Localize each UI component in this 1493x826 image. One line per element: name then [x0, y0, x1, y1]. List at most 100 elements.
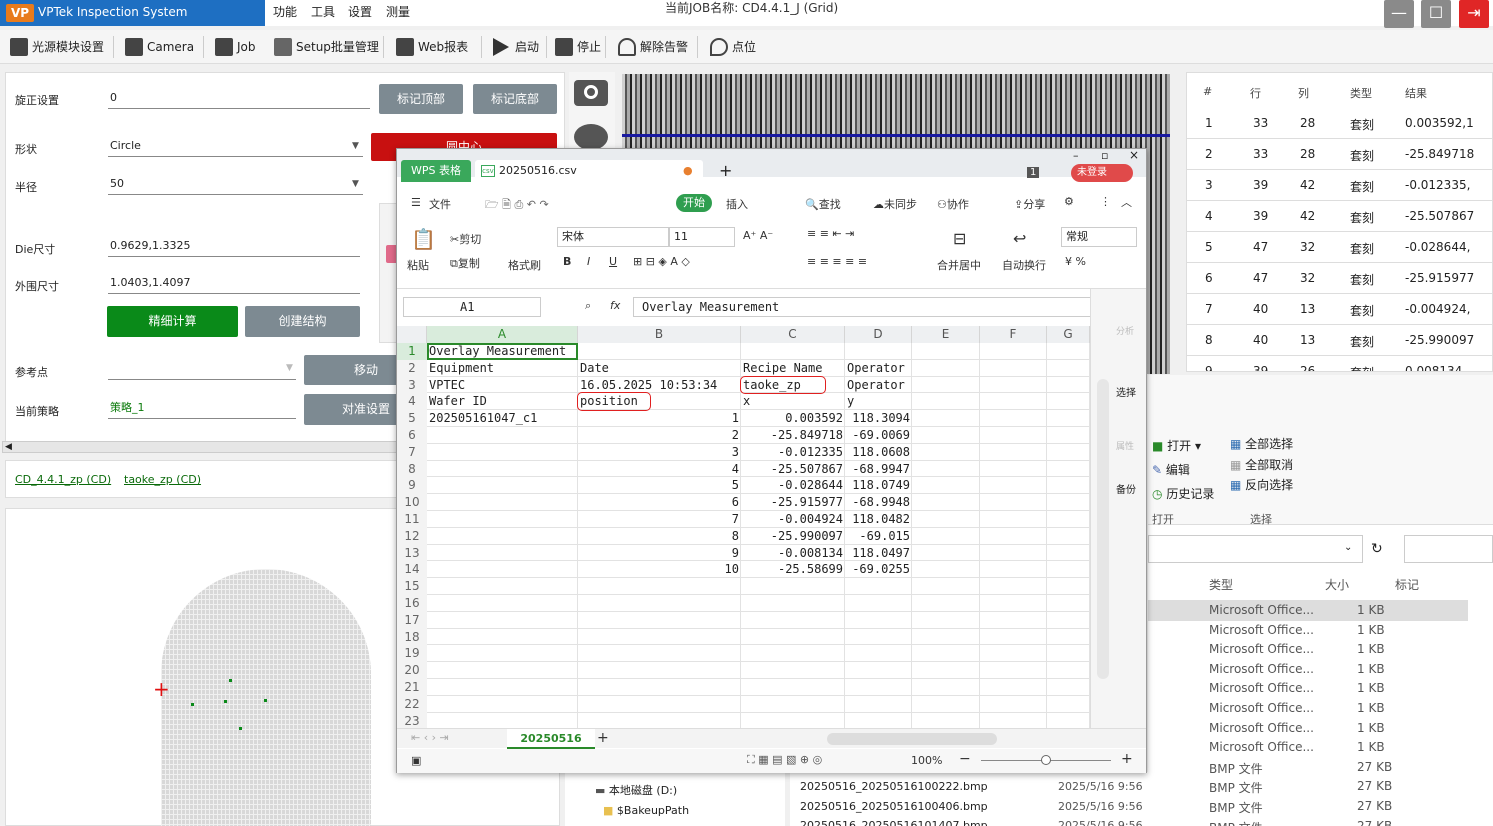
row-header[interactable]: 2 [397, 359, 427, 377]
sheet-cell[interactable]: 4 [580, 461, 739, 478]
sheet-cell[interactable] [429, 545, 576, 562]
sheet-cell[interactable]: Wafer ID [429, 393, 576, 410]
sheet-cell[interactable] [429, 561, 576, 578]
wafer-map[interactable] [161, 569, 371, 826]
ref-point-select[interactable] [108, 360, 296, 380]
light-module-button[interactable]: 光源模块设置 [10, 36, 104, 58]
web-report-button[interactable]: Web报表 [396, 36, 468, 58]
col-header-tag[interactable]: 标记 [1395, 576, 1419, 593]
menu-settings[interactable]: 设置 [348, 0, 372, 26]
sheet-cell[interactable]: 10 [580, 561, 739, 578]
menu-file[interactable]: 文件 [429, 196, 451, 212]
result-row[interactable]: 3 39 42 套刻 -0.012335, [1187, 170, 1492, 201]
side-select[interactable]: 选择 [1116, 384, 1136, 399]
measure-point[interactable] [229, 679, 232, 682]
zoom-formula-icon[interactable]: ⌕ [585, 299, 591, 313]
share-button[interactable]: ⇪分享 [1014, 196, 1045, 212]
wrap-text-button[interactable]: 自动换行 [1002, 257, 1046, 273]
cut-button[interactable]: ✂剪切 [450, 231, 481, 247]
sheet-cell[interactable] [580, 343, 739, 360]
sheet-cell[interactable]: 2 [580, 427, 739, 444]
find-button[interactable]: 🔍查找 [805, 196, 841, 212]
sheet-cell[interactable]: 1 [580, 410, 739, 427]
align-left-icons[interactable]: ≡ ≡ ≡ ≡ ≡ [807, 255, 867, 268]
col-header-size[interactable]: 大小 [1325, 576, 1349, 593]
result-row[interactable]: 4 39 42 套刻 -25.507867 [1187, 201, 1492, 232]
row-header[interactable]: 17 [397, 611, 427, 629]
sync-button[interactable]: ☁未同步 [873, 196, 917, 212]
menu-tools[interactable]: 工具 [311, 0, 335, 26]
result-row[interactable]: 9 39 26 套刻 0.008134 [1187, 356, 1492, 371]
sheet-cell[interactable]: 118.0749 [847, 477, 910, 494]
search-box[interactable] [1404, 535, 1493, 563]
settings-icon[interactable]: ⚙ [1064, 195, 1074, 208]
measure-point[interactable] [239, 727, 242, 730]
paste-icon[interactable]: 📋 [411, 227, 436, 251]
column-header[interactable]: G [1047, 326, 1090, 343]
sheet-cell[interactable] [429, 427, 576, 444]
minimize-icon[interactable]: – [1073, 149, 1079, 162]
sheet-cell[interactable]: 5 [580, 477, 739, 494]
die-size-input[interactable]: 0.9629,1.3325 [108, 237, 360, 257]
zoom-in-icon[interactable]: + [1121, 751, 1133, 767]
sheet-cell[interactable]: 118.0497 [847, 545, 910, 562]
sheet-cell[interactable] [429, 461, 576, 478]
grow-font-icon[interactable]: A⁺ A⁻ [743, 229, 773, 242]
sheet-cell[interactable] [429, 444, 576, 461]
sheet-cell[interactable]: -25.507867 [743, 461, 843, 478]
measure-point[interactable] [224, 700, 227, 703]
format-painter-button[interactable]: 格式刷 [508, 257, 541, 273]
merge-icon[interactable]: ⊟ [953, 229, 966, 248]
refresh-icon[interactable]: ↻ [1371, 541, 1383, 557]
edit-button[interactable]: ✎ 编辑 [1152, 461, 1190, 478]
column-header[interactable]: F [980, 326, 1047, 343]
column-header[interactable]: C [741, 326, 845, 343]
row-header[interactable]: 15 [397, 578, 427, 596]
add-sheet-icon[interactable]: + [597, 730, 609, 746]
sheet-cell[interactable]: Recipe Name [743, 360, 843, 377]
sheet-cell[interactable]: 7 [580, 511, 739, 528]
recipe-link-taoke[interactable]: taoke_zp (CD) [124, 473, 201, 486]
grid-icon[interactable] [574, 124, 608, 150]
sheet-cell[interactable]: Operator [847, 360, 910, 377]
exit-icon[interactable]: ⇥ [1459, 0, 1489, 28]
col-header-type[interactable]: 类型 [1209, 576, 1233, 593]
font-name-select[interactable]: 宋体 [557, 227, 669, 247]
chevron-down-icon[interactable]: ▼ [352, 141, 359, 151]
sheet-cell[interactable]: 9 [580, 545, 739, 562]
sheet-cell[interactable]: -0.028644 [743, 477, 843, 494]
row-header[interactable]: 20 [397, 662, 427, 680]
result-row[interactable]: 7 40 13 套刻 -0.004924, [1187, 294, 1492, 325]
sheet-cell[interactable]: x [743, 393, 843, 410]
fx-icon[interactable]: fx [610, 299, 620, 312]
sheet-tab[interactable]: 20250516 [507, 729, 595, 749]
border-icon[interactable]: ⊞ ⊟ ◈ A ◇ [633, 255, 690, 268]
sheet-cell[interactable]: -0.008134 [743, 545, 843, 562]
sheet-cell[interactable] [429, 477, 576, 494]
sheet-cell[interactable]: -68.9948 [847, 494, 910, 511]
strategy-value[interactable]: 策略_1 [108, 399, 296, 419]
sheet-cell[interactable]: 202505161047_c1 [429, 410, 576, 427]
sheet-cell[interactable] [847, 343, 910, 360]
row-header[interactable]: 7 [397, 443, 427, 461]
sheet-cell[interactable]: 0.003592 [743, 410, 843, 427]
recipe-link-cd[interactable]: CD_4.4.1_zp (CD) [15, 473, 111, 486]
percent-icon[interactable]: ¥ % [1065, 255, 1086, 268]
sheet-cell[interactable]: Operator [847, 377, 910, 394]
minimize-icon[interactable]: — [1384, 0, 1414, 28]
sheet-cell[interactable]: -25.990097 [743, 528, 843, 545]
camera-button[interactable]: Camera [125, 36, 194, 58]
result-row[interactable]: 1 33 28 套刻 0.003592,1 [1187, 108, 1492, 139]
side-backup[interactable]: 备份 [1116, 481, 1136, 496]
sheet-cell[interactable]: -69.015 [847, 528, 910, 545]
paste-button[interactable]: 粘贴 [407, 257, 429, 273]
vertical-scrollbar[interactable] [1097, 379, 1109, 679]
sheet-cell[interactable]: Equipment [429, 360, 576, 377]
start-button[interactable]: 启动 [493, 36, 539, 58]
sheet-cell[interactable]: y [847, 393, 910, 410]
measure-point[interactable] [191, 703, 194, 706]
row-header[interactable]: 23 [397, 712, 427, 728]
row-header[interactable]: 16 [397, 595, 427, 612]
login-status-button[interactable]: 未登录 [1071, 164, 1133, 182]
row-header[interactable]: 9 [397, 477, 427, 495]
